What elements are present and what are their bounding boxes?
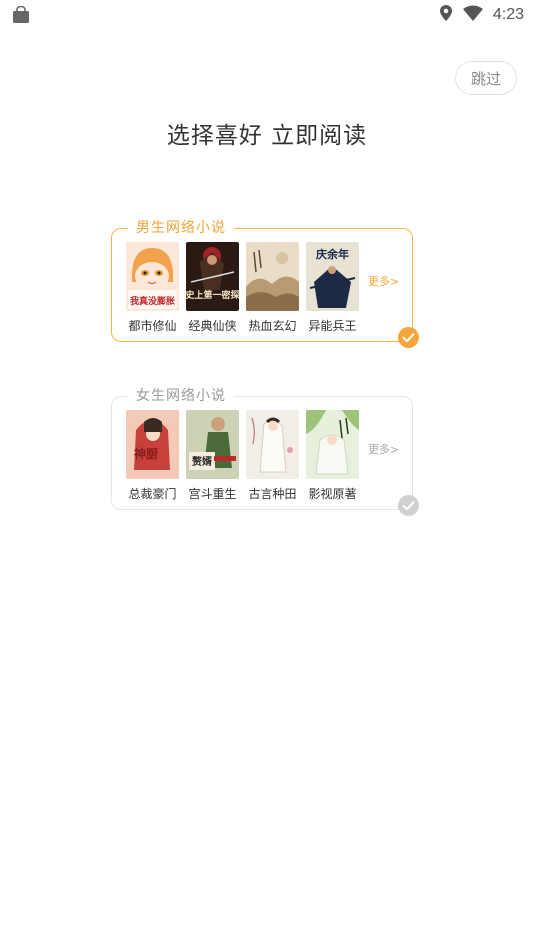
status-time: 4:23 xyxy=(492,6,524,23)
book-label: 影视原著 xyxy=(308,487,357,501)
check-selected-icon[interactable] xyxy=(398,327,419,348)
book-label: 宫斗重生 xyxy=(188,487,237,501)
female-card-title: 女生网络小说 xyxy=(128,385,234,407)
location-icon xyxy=(439,4,453,26)
status-bar: 4:23 xyxy=(0,0,534,30)
svg-text:史上第一密探: 史上第一密探 xyxy=(186,289,239,301)
svg-text:神厨: 神厨 xyxy=(134,446,158,461)
book-item[interactable]: 赘婿 宫斗重生 xyxy=(186,410,239,502)
svg-text:赘婿: 赘婿 xyxy=(191,455,213,468)
wifi-icon xyxy=(462,5,483,25)
shopping-bag-icon xyxy=(12,5,30,28)
female-novel-card[interactable]: 女生网络小说 神厨 总裁豪门 赘婿 宫斗重生 古言种田 影视原著 更多> xyxy=(111,385,419,516)
book-label: 热血玄幻 xyxy=(248,319,297,333)
svg-text:庆余年: 庆余年 xyxy=(315,247,349,261)
book-label: 异能兵王 xyxy=(308,319,357,333)
more-link[interactable]: 更多> xyxy=(368,441,399,457)
more-link[interactable]: 更多> xyxy=(368,273,399,289)
book-label: 经典仙侠 xyxy=(188,319,237,333)
book-item[interactable]: 神厨 总裁豪门 xyxy=(126,410,179,502)
book-cover: 庆余年 xyxy=(306,242,359,311)
book-cover xyxy=(306,410,359,479)
book-cover: 史上第一密探 xyxy=(186,242,239,311)
male-book-list: 我真没膨胀 都市修仙 史上第一密探 经典仙侠 热血玄幻 庆余年 异能兵王 xyxy=(126,242,359,334)
book-label: 总裁豪门 xyxy=(128,487,177,501)
male-novel-card[interactable]: 男生网络小说 我真没膨胀 都市修仙 史上第一密探 经典仙侠 热血玄幻 庆余年 异… xyxy=(111,217,419,348)
book-item[interactable]: 史上第一密探 经典仙侠 xyxy=(186,242,239,334)
skip-button[interactable]: 跳过 xyxy=(455,61,517,95)
svg-text:我真没膨胀: 我真没膨胀 xyxy=(130,295,175,307)
book-cover xyxy=(246,242,299,311)
female-book-list: 神厨 总裁豪门 赘婿 宫斗重生 古言种田 影视原著 xyxy=(126,410,359,502)
check-unselected-icon[interactable] xyxy=(398,495,419,516)
book-label: 都市修仙 xyxy=(128,319,177,333)
male-card-title: 男生网络小说 xyxy=(128,217,234,239)
book-item[interactable]: 我真没膨胀 都市修仙 xyxy=(126,242,179,334)
book-item[interactable]: 影视原著 xyxy=(306,410,359,502)
book-cover: 赘婿 xyxy=(186,410,239,479)
book-cover: 神厨 xyxy=(126,410,179,479)
book-cover xyxy=(246,410,299,479)
book-item[interactable]: 庆余年 异能兵王 xyxy=(306,242,359,334)
book-label: 古言种田 xyxy=(248,487,297,501)
book-cover: 我真没膨胀 xyxy=(126,242,179,311)
book-item[interactable]: 热血玄幻 xyxy=(246,242,299,334)
book-item[interactable]: 古言种田 xyxy=(246,410,299,502)
page-title: 选择喜好 立即阅读 xyxy=(166,123,368,149)
